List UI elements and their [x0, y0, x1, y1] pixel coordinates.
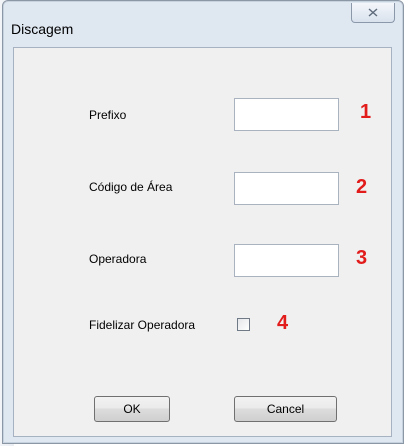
dialog-window: Discagem Prefixo 1 Código de Área 2 Oper…: [2, 0, 404, 444]
close-button[interactable]: [351, 3, 395, 23]
marker-2: 2: [356, 176, 368, 198]
keep-operator-checkbox[interactable]: [237, 318, 250, 331]
marker-1: 1: [360, 101, 372, 123]
keep-operator-label: Fidelizar Operadora: [89, 318, 196, 332]
prefix-label: Prefixo: [89, 108, 127, 122]
close-icon: [368, 8, 378, 17]
cancel-button[interactable]: Cancel: [234, 396, 337, 422]
title-bar: Discagem: [3, 1, 403, 39]
marker-3: 3: [356, 247, 368, 269]
operator-label: Operadora: [89, 252, 147, 266]
dialog-client-area: Prefixo 1 Código de Área 2 Operadora 3 F…: [13, 47, 392, 437]
operator-input[interactable]: [234, 244, 339, 277]
window-title: Discagem: [11, 21, 74, 37]
area-code-input[interactable]: [234, 172, 339, 205]
prefix-input[interactable]: [234, 98, 339, 131]
area-code-label: Código de Área: [89, 180, 173, 194]
ok-button[interactable]: OK: [94, 396, 170, 422]
marker-4: 4: [277, 312, 289, 334]
